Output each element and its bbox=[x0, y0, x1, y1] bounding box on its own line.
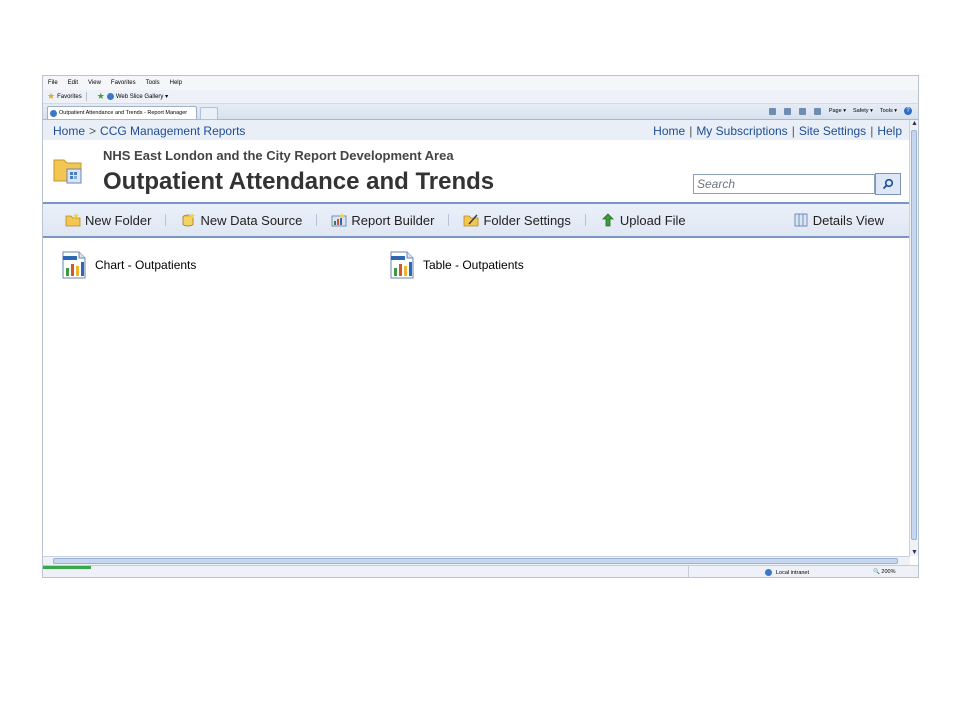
toolbar-divider bbox=[316, 214, 318, 226]
my-subscriptions-link[interactable]: My Subscriptions bbox=[696, 124, 787, 138]
report-icon bbox=[62, 251, 86, 279]
report-name[interactable]: Chart - Outpatients bbox=[95, 258, 196, 272]
zoom-level[interactable]: 🔍 200% bbox=[873, 569, 895, 575]
breadcrumb-ccg-management-reports[interactable]: CCG Management Reports bbox=[100, 124, 245, 138]
breadcrumb-separator: > bbox=[89, 124, 97, 138]
zoom-icon: 🔍 bbox=[873, 569, 880, 575]
horizontal-scroll-thumb[interactable] bbox=[53, 558, 898, 564]
report-manager-page: Home > CCG Management Reports Home | My … bbox=[43, 120, 910, 556]
web-slice-gallery-link[interactable]: Web Slice Gallery ▾ bbox=[116, 93, 168, 100]
scroll-up-icon[interactable]: ▲ bbox=[911, 120, 918, 127]
favorites-star-icon[interactable]: ★ bbox=[47, 91, 55, 102]
report-item-chart-outpatients[interactable]: Chart - Outpatients bbox=[59, 250, 196, 280]
divider bbox=[85, 92, 87, 101]
command-bar: Page ▾ Safety ▾ Tools ▾ ? bbox=[768, 107, 912, 115]
menu-file[interactable]: File bbox=[47, 80, 59, 86]
page-title: Outpatient Attendance and Trends bbox=[103, 168, 495, 195]
intranet-icon bbox=[765, 569, 772, 576]
details-view-button[interactable]: Details View bbox=[793, 213, 884, 228]
tab-row: Outpatient Attendance and Trends - Repor… bbox=[43, 104, 918, 120]
folder-settings-icon bbox=[464, 214, 479, 227]
page-menu[interactable]: Page ▾ bbox=[829, 108, 846, 114]
browser-window: File Edit View Favorites Tools Help ★ Fa… bbox=[42, 75, 919, 578]
folder-icon bbox=[53, 159, 82, 184]
report-icon bbox=[390, 251, 414, 279]
upload-arrow-icon bbox=[601, 213, 614, 227]
report-item-table-outpatients[interactable]: Table - Outpatients bbox=[387, 250, 524, 280]
search-icon bbox=[882, 178, 894, 190]
menu-tools[interactable]: Tools bbox=[145, 80, 161, 86]
home-link[interactable]: Home bbox=[653, 124, 685, 138]
report-builder-label: Report Builder bbox=[351, 212, 435, 228]
upload-file-button[interactable]: Upload File bbox=[600, 213, 686, 228]
web-slice-icon bbox=[106, 93, 114, 100]
security-zone: Local intranet bbox=[765, 569, 809, 576]
browser-tab-active[interactable]: Outpatient Attendance and Trends - Repor… bbox=[47, 106, 197, 119]
help-icon[interactable]: ? bbox=[904, 107, 912, 115]
new-folder-button[interactable]: New Folder bbox=[65, 213, 151, 228]
mail-icon[interactable] bbox=[798, 107, 806, 115]
home-icon[interactable] bbox=[768, 107, 776, 115]
new-data-source-button[interactable]: New Data Source bbox=[180, 213, 302, 228]
status-divider bbox=[688, 566, 689, 577]
menu-favorites[interactable]: Favorites bbox=[110, 80, 137, 86]
toolbar-divider bbox=[584, 214, 586, 226]
toolbar-divider bbox=[448, 214, 450, 226]
new-tab-button[interactable] bbox=[200, 107, 218, 120]
breadcrumb-home[interactable]: Home bbox=[53, 124, 85, 138]
status-bar: Local intranet 🔍 200% bbox=[43, 565, 918, 577]
report-name[interactable]: Table - Outpatients bbox=[423, 258, 524, 272]
new-folder-icon bbox=[65, 213, 81, 227]
folder-toolbar: New Folder New Data Source Report Builde… bbox=[43, 202, 910, 238]
search-input[interactable] bbox=[693, 174, 875, 194]
status-progress bbox=[43, 566, 91, 569]
link-separator: | bbox=[689, 124, 693, 138]
favorites-button[interactable]: Favorites bbox=[57, 94, 82, 100]
search-box bbox=[693, 173, 901, 195]
vertical-scrollbar[interactable]: ▲ ▼ bbox=[909, 120, 918, 556]
new-data-source-label: New Data Source bbox=[200, 212, 303, 228]
security-zone-label: Local intranet bbox=[776, 569, 810, 576]
site-settings-link[interactable]: Site Settings bbox=[799, 124, 866, 138]
scroll-down-icon[interactable]: ▼ bbox=[911, 549, 918, 556]
breadcrumb: Home > CCG Management Reports bbox=[53, 124, 245, 138]
toolbar-divider bbox=[165, 214, 167, 226]
print-icon[interactable] bbox=[813, 107, 821, 115]
favorites-bar: ★ Favorites ★ Web Slice Gallery ▾ bbox=[43, 90, 918, 104]
folder-settings-button[interactable]: Folder Settings bbox=[463, 212, 571, 228]
feeds-icon[interactable] bbox=[783, 107, 791, 115]
details-view-label: Details View bbox=[812, 212, 884, 228]
browser-tab-title: Outpatient Attendance and Trends - Repor… bbox=[59, 110, 188, 116]
safety-menu[interactable]: Safety ▾ bbox=[853, 108, 873, 114]
folder-settings-label: Folder Settings bbox=[483, 212, 571, 228]
details-view-icon bbox=[794, 213, 808, 227]
report-builder-icon bbox=[331, 213, 347, 227]
new-folder-label: New Folder bbox=[85, 212, 152, 228]
menu-view[interactable]: View bbox=[87, 80, 102, 86]
report-builder-button[interactable]: Report Builder bbox=[331, 213, 434, 228]
help-link[interactable]: Help bbox=[877, 124, 902, 138]
link-separator: | bbox=[870, 124, 874, 138]
horizontal-scrollbar[interactable] bbox=[43, 556, 910, 565]
new-data-source-icon bbox=[183, 213, 196, 227]
zoom-value: 200% bbox=[881, 569, 896, 575]
global-links: Home | My Subscriptions | Site Settings … bbox=[653, 124, 902, 138]
ie-page-icon bbox=[50, 109, 57, 117]
tools-menu[interactable]: Tools ▾ bbox=[880, 108, 897, 114]
link-separator: | bbox=[791, 124, 795, 138]
menu-bar: File Edit View Favorites Tools Help bbox=[43, 76, 918, 90]
menu-edit[interactable]: Edit bbox=[67, 80, 79, 86]
top-navigation: Home > CCG Management Reports Home | My … bbox=[43, 120, 910, 140]
menu-help[interactable]: Help bbox=[169, 80, 183, 86]
add-favorite-icon[interactable]: ★ bbox=[97, 91, 105, 102]
site-subtitle: NHS East London and the City Report Deve… bbox=[103, 148, 454, 163]
vertical-scroll-thumb[interactable] bbox=[911, 130, 917, 540]
search-button[interactable] bbox=[875, 173, 901, 195]
upload-file-label: Upload File bbox=[619, 212, 686, 228]
